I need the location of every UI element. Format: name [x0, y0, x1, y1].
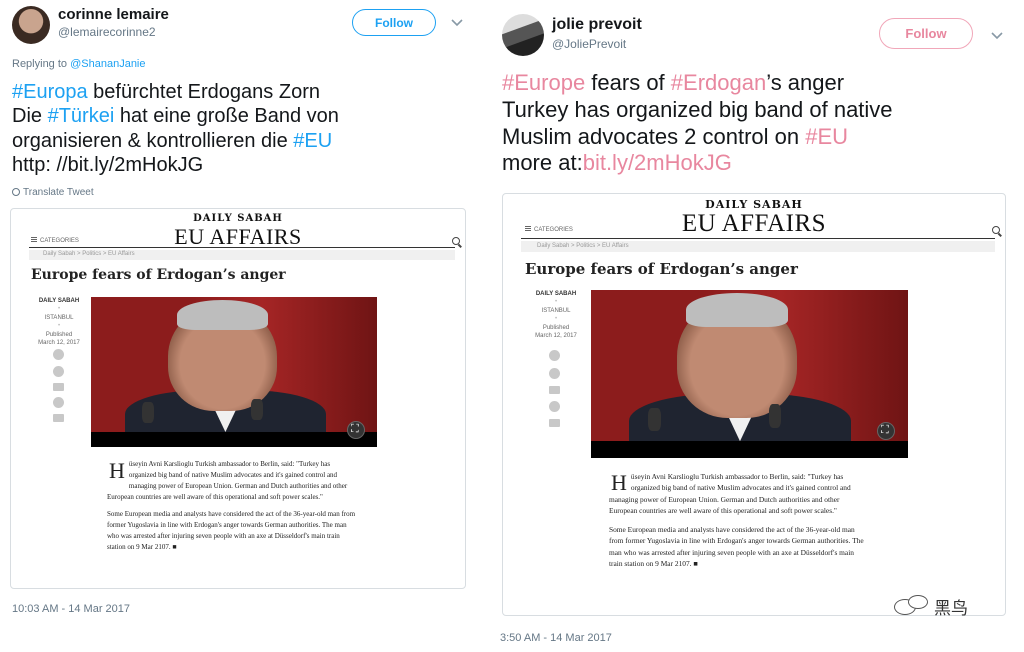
article-link[interactable]: bit.ly/2mHokJG: [583, 150, 732, 175]
meta-published: Published: [542, 324, 570, 331]
article-card[interactable]: DAILY SABAH EU AFFAIRS CATEGORIES Daily …: [502, 193, 1006, 616]
tweet-text-segment: organisieren & kontrollieren die: [12, 129, 294, 152]
tweet-text-segment: Die: [12, 105, 48, 128]
tweet-text-segment: Muslim advocates 2 control on: [502, 123, 806, 149]
chevron-down-icon[interactable]: [990, 28, 1004, 42]
avatar[interactable]: [12, 6, 50, 44]
dropcap: H: [109, 458, 125, 483]
meta-place: ISTANBUL: [44, 314, 74, 321]
tweet-text-segment: fears of: [585, 70, 671, 95]
article-card[interactable]: DAILY SABAH EU AFFAIRS CATEGORIES Daily …: [10, 208, 466, 589]
reply-context: Replying to @ShananJanie: [12, 58, 146, 70]
share-icon[interactable]: [549, 401, 560, 412]
article-photo[interactable]: [591, 290, 908, 458]
meta-date: March 12, 2017: [38, 339, 80, 346]
twitter-icon[interactable]: [549, 368, 560, 379]
hashtag-link[interactable]: #Türkei: [48, 105, 115, 127]
article-meta: DAILY SABAH • ISTANBUL • Published March…: [527, 290, 585, 340]
article-paragraph: üseyin Avni Karslioglu Turkish ambassado…: [107, 460, 348, 501]
follow-button[interactable]: Follow: [879, 18, 973, 49]
translate-label: Translate Tweet: [23, 187, 94, 198]
categories-label: CATEGORIES: [40, 238, 79, 244]
hashtag-link[interactable]: #Europa: [12, 81, 88, 103]
watermark-text: 黑鸟: [934, 598, 968, 619]
meta-place: ISTANBUL: [541, 307, 571, 314]
tweet-text-segment: Turkey has organized big band of native: [502, 96, 893, 122]
tweet-text-segment: http: //bit.ly/2mHokJG: [12, 154, 204, 177]
print-icon[interactable]: [549, 419, 560, 427]
tweet-text-segment: befürchtet Erdogans Zorn: [87, 81, 320, 103]
meta-source: DAILY SABAH: [535, 291, 577, 297]
expand-icon[interactable]: [347, 421, 365, 439]
tweet-text-segment: more at:: [502, 150, 583, 176]
article-body: Hüseyin Avni Karslioglu Turkish ambassad…: [609, 471, 865, 577]
share-bar: [53, 349, 64, 422]
hashtag-link[interactable]: #EU: [805, 124, 848, 149]
user-handle[interactable]: @lemairecorinne2: [58, 25, 156, 39]
tweet-timestamp[interactable]: 10:03 AM - 14 Mar 2017: [12, 603, 130, 615]
hashtag-link[interactable]: #EU: [293, 130, 332, 152]
user-name[interactable]: corinne lemaire: [58, 6, 169, 23]
reply-handle-link[interactable]: @ShananJanie: [70, 58, 145, 70]
facebook-icon[interactable]: [53, 349, 64, 360]
tweet-text-segment: ’s anger: [766, 70, 845, 95]
chat-bubbles-icon: [894, 595, 930, 617]
chevron-down-icon[interactable]: [450, 15, 464, 29]
article-title: Europe fears of Erdogan’s anger: [31, 267, 286, 283]
tweet-right: jolie prevoit @JoliePrevoit Follow #Euro…: [490, 0, 1024, 652]
share-bar: [549, 350, 560, 427]
email-icon[interactable]: [549, 386, 560, 394]
article-photo[interactable]: [91, 297, 377, 447]
site-brand: DAILY SABAH: [193, 213, 283, 224]
tweet-text: #Europa befürchtet Erdogans Zorn Die #Tü…: [12, 80, 472, 178]
article-meta: DAILY SABAH • ISTANBUL • Published March…: [33, 297, 85, 347]
categories-label: CATEGORIES: [534, 227, 573, 233]
divider: [29, 247, 455, 248]
avatar[interactable]: [502, 14, 544, 56]
tweet-left: corinne lemaire @lemairecorinne2 Follow …: [0, 0, 478, 652]
categories-menu[interactable]: CATEGORIES: [31, 237, 79, 244]
reply-prefix: Replying to: [12, 58, 68, 70]
menu-icon: [31, 237, 37, 242]
article-title: Europe fears of Erdogan’s anger: [525, 260, 798, 278]
watermark: 黑鸟: [894, 592, 968, 620]
article-paragraph: Some European media and analysts have co…: [609, 524, 864, 569]
twitter-icon[interactable]: [53, 366, 64, 377]
translate-tweet-link[interactable]: Translate Tweet: [12, 187, 94, 198]
user-handle[interactable]: @JoliePrevoit: [552, 37, 626, 51]
divider: [521, 238, 995, 239]
article-paragraph: Some European media and analysts have co…: [107, 510, 356, 551]
meta-source: DAILY SABAH: [38, 298, 80, 304]
print-icon[interactable]: [53, 414, 64, 422]
hashtag-link[interactable]: #Erdogan: [671, 70, 766, 95]
search-icon[interactable]: [452, 237, 460, 245]
meta-date: March 12, 2017: [535, 332, 577, 339]
article-body: Hüseyin Avni Karslioglu Turkish ambassad…: [107, 459, 357, 560]
tweet-timestamp[interactable]: 3:50 AM - 14 Mar 2017: [500, 632, 612, 644]
expand-icon[interactable]: [877, 422, 895, 440]
hashtag-link[interactable]: #Europe: [502, 70, 585, 95]
meta-published: Published: [45, 331, 73, 338]
site-section-title: EU AFFAIRS: [681, 210, 827, 237]
tweet-text: #Europe fears of #Erdogan’s anger Turkey…: [502, 70, 1022, 177]
menu-icon: [525, 226, 531, 231]
globe-icon: [12, 188, 20, 196]
user-name[interactable]: jolie prevoit: [552, 16, 642, 34]
breadcrumb: Daily Sabah > Politics > EU Affairs: [521, 241, 995, 252]
breadcrumb: Daily Sabah > Politics > EU Affairs: [29, 250, 455, 260]
follow-button[interactable]: Follow: [352, 9, 436, 36]
dropcap: H: [611, 470, 627, 495]
share-icon[interactable]: [53, 397, 64, 408]
article-paragraph: üseyin Avni Karslioglu Turkish ambassado…: [609, 472, 851, 516]
search-icon[interactable]: [992, 226, 1000, 234]
email-icon[interactable]: [53, 383, 64, 391]
tweet-text-segment: hat eine große Band von: [114, 105, 339, 128]
categories-menu[interactable]: CATEGORIES: [525, 226, 573, 233]
facebook-icon[interactable]: [549, 350, 560, 361]
